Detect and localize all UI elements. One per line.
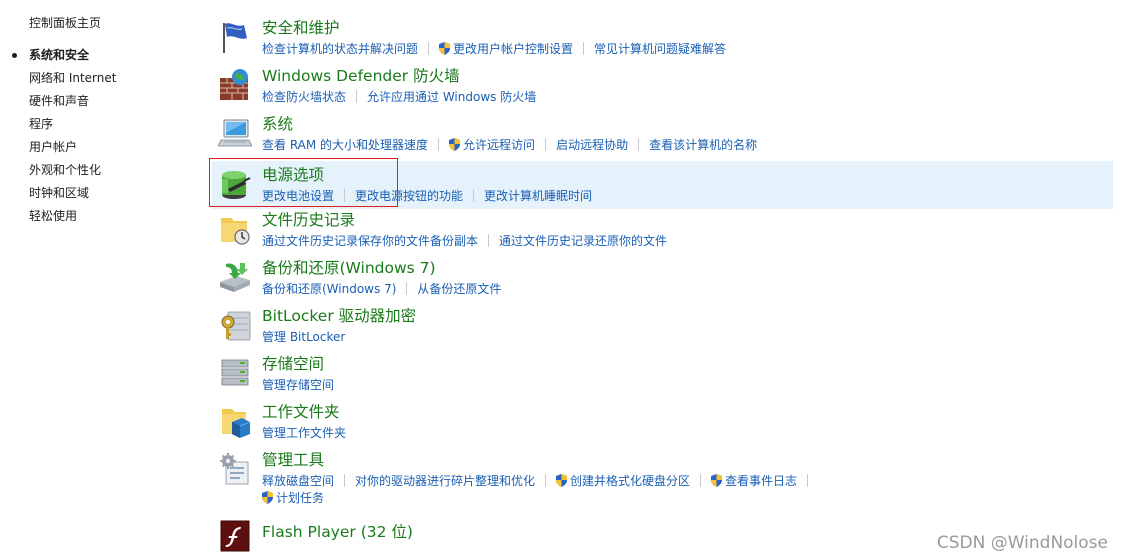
flash-icon: [218, 519, 252, 553]
sidebar-item-system-security[interactable]: 系统和安全: [11, 47, 116, 70]
sidebar-item-network[interactable]: 网络和 Internet: [29, 70, 116, 93]
category-links-admin-tools-row2: 计划任务: [262, 490, 324, 506]
sidebar-item-programs[interactable]: 程序: [29, 116, 116, 139]
link-divider: [428, 42, 430, 55]
link-divider: [545, 138, 547, 151]
battery-icon: [218, 167, 252, 201]
firewall-icon: [218, 68, 252, 102]
link-allow-remote-access[interactable]: 允许远程访问: [463, 137, 535, 153]
link-remote-assistance[interactable]: 启动远程协助: [556, 137, 628, 153]
link-backup-restore[interactable]: 备份和还原(Windows 7): [262, 281, 396, 297]
category-title-backup[interactable]: 备份和还原(Windows 7): [262, 258, 436, 278]
shield-icon: [439, 42, 451, 55]
link-divider: [438, 138, 440, 151]
link-power-button[interactable]: 更改电源按钮的功能: [355, 188, 463, 204]
backup-icon: [218, 260, 252, 294]
category-security-maintenance: 安全和维护 检查计算机的状态并解决问题 更改用户帐户控制设置 常见计算机问题疑难解答: [212, 14, 1113, 62]
category-title-security[interactable]: 安全和维护: [262, 18, 340, 38]
link-manage-work-folders[interactable]: 管理工作文件夹: [262, 425, 346, 441]
link-allow-app-firewall[interactable]: 允许应用通过 Windows 防火墙: [367, 89, 536, 105]
watermark: CSDN @WindNolose: [936, 533, 1108, 553]
category-links-file-history: 通过文件历史记录保存你的文件备份副本 通过文件历史记录还原你的文件: [262, 233, 667, 249]
shield-icon: [262, 491, 273, 504]
sidebar: 控制面板主页 系统和安全 网络和 Internet 硬件和声音 程序 用户帐户 …: [0, 0, 200, 559]
link-view-ram-cpu[interactable]: 查看 RAM 的大小和处理器速度: [262, 137, 428, 153]
category-links-power: 更改电池设置 更改电源按钮的功能 更改计算机睡眠时间: [262, 188, 592, 204]
link-divider: [473, 189, 475, 202]
sidebar-home-link[interactable]: 控制面板主页: [29, 14, 101, 31]
link-event-logs[interactable]: 查看事件日志: [725, 473, 797, 489]
shield-icon: [556, 474, 568, 487]
link-divider: [344, 189, 346, 202]
link-troubleshoot[interactable]: 常见计算机问题疑难解答: [594, 41, 726, 57]
category-title-firewall[interactable]: Windows Defender 防火墙: [262, 66, 460, 86]
category-title-power[interactable]: 电源选项: [262, 165, 324, 185]
link-check-status[interactable]: 检查计算机的状态并解决问题: [262, 41, 418, 57]
link-firewall-status[interactable]: 检查防火墙状态: [262, 89, 346, 105]
category-list: 安全和维护 检查计算机的状态并解决问题 更改用户帐户控制设置 常见计算机问题疑难解答…: [212, 0, 1113, 559]
link-divider: [356, 90, 358, 103]
category-title-file-history[interactable]: 文件历史记录: [262, 210, 355, 230]
category-links-security: 检查计算机的状态并解决问题 更改用户帐户控制设置 常见计算机问题疑难解答: [262, 41, 726, 57]
link-uac-settings[interactable]: 更改用户帐户控制设置: [453, 41, 573, 57]
link-file-history-backup[interactable]: 通过文件历史记录保存你的文件备份副本: [262, 233, 478, 249]
link-divider: [344, 474, 346, 487]
sidebar-item-appearance[interactable]: 外观和个性化: [29, 162, 116, 185]
shield-icon: [711, 474, 723, 487]
storage-icon: [218, 356, 252, 390]
category-links-admin-tools: 释放磁盘空间 对你的驱动器进行碎片整理和优化 创建并格式化硬盘分区 查看事件日志: [262, 473, 818, 489]
link-format-partitions[interactable]: 创建并格式化硬盘分区: [570, 473, 690, 489]
link-divider: [807, 474, 809, 487]
category-file-history: 文件历史记录 通过文件历史记录保存你的文件备份副本 通过文件历史记录还原你的文件: [212, 206, 1113, 254]
computer-icon: [218, 116, 252, 150]
category-links-backup: 备份和还原(Windows 7) 从备份还原文件: [262, 281, 501, 297]
link-manage-storage[interactable]: 管理存储空间: [262, 377, 334, 393]
category-title-storage[interactable]: 存储空间: [262, 354, 324, 374]
link-restore-from-backup[interactable]: 从备份还原文件: [417, 281, 501, 297]
sidebar-item-clock-region[interactable]: 时钟和区域: [29, 185, 116, 208]
category-links-firewall: 检查防火墙状态 允许应用通过 Windows 防火墙: [262, 89, 536, 105]
category-work-folders: 工作文件夹 管理工作文件夹: [212, 398, 1113, 446]
link-computer-name[interactable]: 查看该计算机的名称: [649, 137, 757, 153]
link-divider: [700, 474, 702, 487]
link-divider: [638, 138, 640, 151]
category-admin-tools: 管理工具 释放磁盘空间 对你的驱动器进行碎片整理和优化 创建并格式化硬盘分区 查看事件…: [212, 446, 1113, 510]
link-defragment[interactable]: 对你的驱动器进行碎片整理和优化: [355, 473, 535, 489]
category-title-work-folders[interactable]: 工作文件夹: [262, 402, 340, 422]
link-file-history-restore[interactable]: 通过文件历史记录还原你的文件: [499, 233, 667, 249]
link-disk-cleanup[interactable]: 释放磁盘空间: [262, 473, 334, 489]
link-divider: [583, 42, 585, 55]
link-divider: [488, 234, 490, 247]
link-schedule-tasks[interactable]: 计划任务: [276, 490, 324, 506]
sidebar-item-user-accounts[interactable]: 用户帐户: [29, 139, 116, 162]
category-backup-restore: 备份和还原(Windows 7) 备份和还原(Windows 7) 从备份还原文件: [212, 254, 1113, 302]
category-title-admin-tools[interactable]: 管理工具: [262, 450, 324, 470]
category-title-system[interactable]: 系统: [262, 114, 293, 134]
category-title-bitlocker[interactable]: BitLocker 驱动器加密: [262, 306, 416, 326]
category-storage-spaces: 存储空间 管理存储空间: [212, 350, 1113, 398]
link-divider: [406, 282, 408, 295]
link-manage-bitlocker[interactable]: 管理 BitLocker: [262, 329, 345, 345]
flag-icon: [218, 20, 252, 54]
category-links-work-folders: 管理工作文件夹: [262, 425, 346, 441]
category-system: 系统 查看 RAM 的大小和处理器速度 允许远程访问 启动远程协助 查看该计算机的名称: [212, 110, 1113, 158]
bitlocker-icon: [218, 308, 252, 342]
admin-tools-icon: [218, 452, 252, 486]
category-links-storage: 管理存储空间: [262, 377, 334, 393]
category-links-system: 查看 RAM 的大小和处理器速度 允许远程访问 启动远程协助 查看该计算机的名称: [262, 137, 757, 153]
sidebar-list: 系统和安全 网络和 Internet 硬件和声音 程序 用户帐户 外观和个性化 …: [11, 47, 116, 231]
category-firewall: Windows Defender 防火墙 检查防火墙状态 允许应用通过 Windo…: [212, 62, 1113, 110]
work-folders-icon: [218, 404, 252, 438]
category-links-bitlocker: 管理 BitLocker: [262, 329, 345, 345]
category-title-flash[interactable]: Flash Player (32 位): [262, 522, 413, 542]
sidebar-item-ease-of-access[interactable]: 轻松使用: [29, 208, 116, 231]
link-sleep-time[interactable]: 更改计算机睡眠时间: [484, 188, 592, 204]
sidebar-item-hardware[interactable]: 硬件和声音: [29, 93, 116, 116]
shield-icon: [449, 138, 461, 151]
file-history-icon: [218, 212, 252, 246]
category-power-options[interactable]: 电源选项 更改电池设置 更改电源按钮的功能 更改计算机睡眠时间: [212, 161, 1113, 209]
link-divider: [545, 474, 547, 487]
category-bitlocker: BitLocker 驱动器加密 管理 BitLocker: [212, 302, 1113, 350]
link-battery-settings[interactable]: 更改电池设置: [262, 188, 334, 204]
